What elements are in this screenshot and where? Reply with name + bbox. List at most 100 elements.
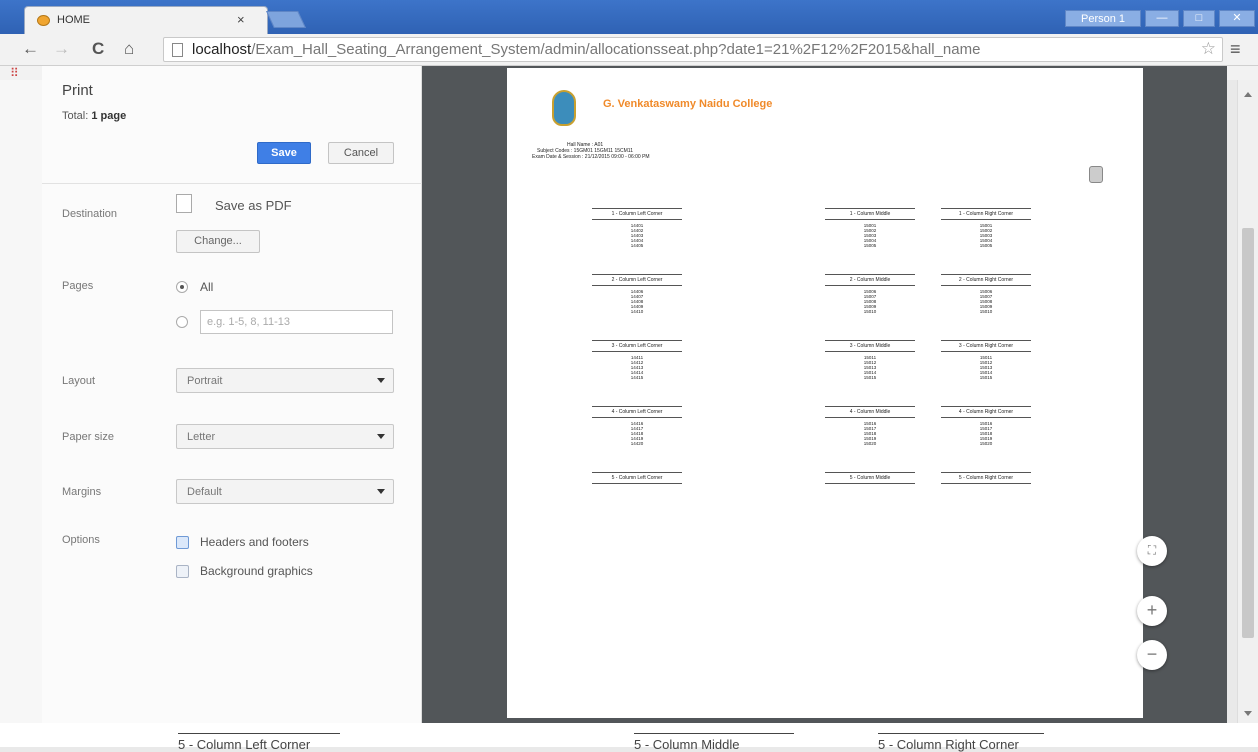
page-icon [172, 43, 183, 57]
paper-size-label: Paper size [62, 431, 114, 443]
url-path: /Exam_Hall_Seating_Arrangement_System/ad… [251, 41, 981, 58]
preview-page: G. Venkataswamy Naidu College Hall Name … [507, 68, 1143, 718]
column-header: 5 - Column Middle [825, 472, 915, 484]
seat-number-list: 15016 15017 15018 15019 15020 [863, 421, 877, 446]
exam-date-line: Exam Date & Session : 21/12/2015 09:00 -… [532, 154, 650, 160]
paper-size-select[interactable]: Letter [176, 424, 394, 449]
print-settings-panel: Print Total: 1 page Save Cancel Destinat… [42, 66, 422, 723]
reload-icon[interactable]: C [92, 39, 104, 59]
url-text[interactable]: localhost/Exam_Hall_Seating_Arrangement_… [192, 41, 1192, 58]
bookmark-star-icon[interactable]: ☆ [1201, 39, 1216, 59]
total-value: 1 page [91, 110, 127, 122]
total-label: Total: [62, 110, 92, 122]
browser-toolbar: ← → C ⌂ localhost/Exam_Hall_Seating_Arra… [0, 34, 1258, 66]
underlying-page: 5 - Column Left Corner 5 - Column Middle… [0, 723, 1258, 752]
chevron-down-icon [377, 489, 385, 494]
behind-right-corner-label: 5 - Column Right Corner [878, 733, 1044, 752]
options-label: Options [62, 534, 100, 546]
vertical-scrollbar[interactable] [1237, 80, 1258, 723]
column-header: 2 - Column Left Corner [592, 274, 682, 286]
page-background [0, 80, 42, 723]
headers-footers-label: Headers and footers [200, 535, 309, 549]
print-icon[interactable] [1089, 166, 1103, 183]
zoom-out-button[interactable]: − [1137, 640, 1167, 670]
column-header: 5 - Column Left Corner [592, 472, 682, 484]
new-tab-button[interactable] [266, 11, 306, 28]
column-header: 1 - Column Left Corner [592, 208, 682, 220]
apps-icon[interactable]: ⠿ [10, 66, 19, 80]
tab-home[interactable]: HOME × [24, 6, 268, 34]
fit-to-page-button[interactable]: ⛶ [1137, 536, 1167, 566]
seat-number-list: 15016 15017 15018 15019 15020 [979, 421, 993, 446]
destination-value: Save as PDF [215, 198, 292, 213]
seat-number-list: 14411 14412 14413 14414 14415 [630, 355, 644, 380]
print-header: Print Total: 1 page Save Cancel [42, 66, 422, 184]
close-window-button[interactable]: ✕ [1219, 10, 1255, 27]
maximize-button[interactable]: □ [1183, 10, 1215, 27]
pages-all-label: All [200, 280, 214, 294]
url-host: localhost [192, 41, 252, 58]
menu-icon[interactable]: ≡ [1230, 39, 1241, 60]
behind-middle-label: 5 - Column Middle [634, 733, 794, 752]
paper-size-value: Letter [187, 431, 216, 443]
seat-number-list: 15011 15012 15013 15014 15015 [863, 355, 877, 380]
change-destination-button[interactable]: Change... [176, 230, 260, 253]
chevron-down-icon [377, 434, 385, 439]
seat-number-list: 14416 14417 14418 14419 14420 [630, 421, 644, 446]
back-icon[interactable]: ← [22, 39, 39, 59]
background-graphics-checkbox[interactable] [176, 565, 189, 578]
zoom-in-button[interactable]: + [1137, 596, 1167, 626]
forward-icon[interactable]: → [53, 39, 70, 59]
tab-favicon-icon [37, 15, 50, 26]
column-header: 5 - Column Right Corner [941, 472, 1031, 484]
column-header: 4 - Column Left Corner [592, 406, 682, 418]
column-header: 3 - Column Middle [825, 340, 915, 352]
seat-number-list: 15006 15007 15008 15009 15010 [979, 289, 993, 314]
headers-footers-checkbox[interactable] [176, 536, 189, 549]
margins-value: Default [187, 486, 222, 498]
destination-label: Destination [62, 208, 118, 220]
margins-select[interactable]: Default [176, 479, 394, 504]
profile-button[interactable]: Person 1 [1065, 10, 1141, 27]
print-preview: G. Venkataswamy Naidu College Hall Name … [422, 66, 1227, 723]
column-header: 1 - Column Middle [825, 208, 915, 220]
layout-label: Layout [62, 375, 96, 387]
print-title: Print [62, 82, 93, 99]
scroll-down-icon[interactable] [1244, 711, 1252, 716]
scrollbar-thumb[interactable] [1242, 228, 1254, 638]
chevron-down-icon [377, 378, 385, 383]
pages-all-radio[interactable] [176, 281, 188, 293]
behind-left-corner-label: 5 - Column Left Corner [178, 733, 340, 752]
margins-label: Margins [62, 486, 102, 498]
tab-close-icon[interactable]: × [237, 12, 245, 27]
college-name: G. Venkataswamy Naidu College [603, 98, 773, 110]
address-bar[interactable]: localhost/Exam_Hall_Seating_Arrangement_… [163, 37, 1223, 62]
seat-number-list: 15001 15002 15003 15004 15005 [863, 223, 877, 248]
seat-number-list: 15006 15007 15008 15009 15010 [863, 289, 877, 314]
column-header: 3 - Column Right Corner [941, 340, 1031, 352]
column-header: 2 - Column Middle [825, 274, 915, 286]
layout-select[interactable]: Portrait [176, 368, 394, 393]
layout-value: Portrait [187, 375, 223, 387]
seat-number-list: 15011 15012 15013 15014 15015 [979, 355, 993, 380]
save-button[interactable]: Save [257, 142, 311, 164]
tab-title: HOME [57, 14, 90, 26]
scroll-up-icon[interactable] [1244, 92, 1252, 97]
college-logo [552, 90, 576, 126]
column-header: 2 - Column Right Corner [941, 274, 1031, 286]
column-header: 3 - Column Left Corner [592, 340, 682, 352]
minimize-button[interactable]: — [1145, 10, 1179, 27]
pages-range-input[interactable]: e.g. 1-5, 8, 11-13 [200, 310, 393, 334]
pages-label: Pages [62, 280, 94, 292]
pdf-document-icon [176, 194, 192, 213]
column-header: 1 - Column Right Corner [941, 208, 1031, 220]
seat-number-list: 14406 14407 14408 14409 14410 [630, 289, 644, 314]
column-header: 4 - Column Right Corner [941, 406, 1031, 418]
home-icon[interactable]: ⌂ [124, 39, 134, 59]
title-bar: HOME × Person 1 — □ ✕ [0, 0, 1258, 34]
background-graphics-label: Background graphics [200, 564, 313, 578]
cancel-button[interactable]: Cancel [328, 142, 394, 164]
pages-custom-radio[interactable] [176, 316, 188, 328]
seat-number-list: 15001 15002 15003 15004 15005 [979, 223, 993, 248]
print-total: Total: 1 page [62, 110, 126, 122]
